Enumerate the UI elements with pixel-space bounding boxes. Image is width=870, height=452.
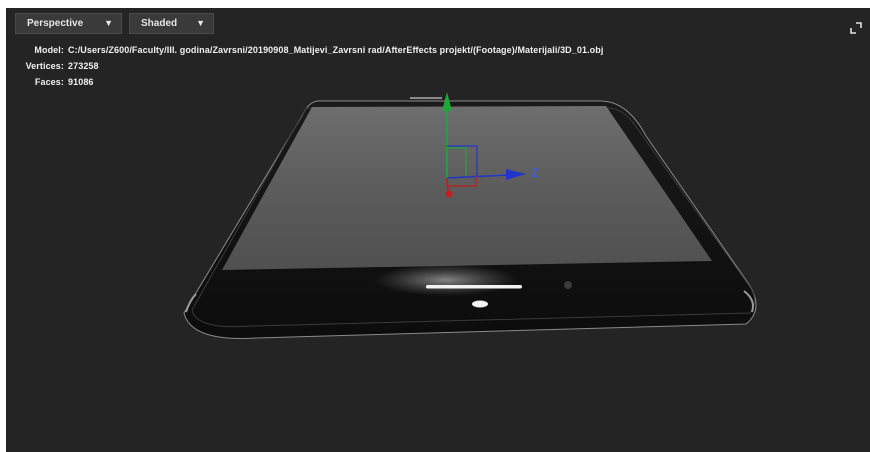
expand-icon[interactable] bbox=[848, 20, 864, 36]
view-mode-dropdown[interactable]: Perspective ▼ bbox=[15, 13, 122, 34]
x-axis-handle[interactable] bbox=[445, 190, 453, 198]
shading-mode-value: Shaded bbox=[141, 18, 178, 29]
z-axis-label: Z bbox=[531, 166, 539, 180]
faces-count: 91086 bbox=[68, 77, 94, 87]
faces-label: Faces: bbox=[34, 77, 64, 87]
vertices-row: Vertices: 273258 bbox=[6, 61, 99, 71]
phone-model bbox=[183, 97, 757, 339]
vertices-label: Vertices: bbox=[25, 61, 64, 71]
model-path: C:/Users/Z600/Faculty/III. godina/Zavrsn… bbox=[68, 45, 604, 55]
model-render bbox=[183, 92, 757, 339]
speaker-slot bbox=[426, 285, 522, 289]
shading-mode-dropdown[interactable]: Shaded ▼ bbox=[129, 13, 214, 34]
model-label: Model: bbox=[34, 45, 64, 55]
home-button bbox=[472, 300, 488, 308]
chevron-down-icon: ▼ bbox=[104, 18, 113, 28]
model-path-row: Model: C:/Users/Z600/Faculty/III. godina/… bbox=[6, 45, 603, 55]
chevron-down-icon: ▼ bbox=[196, 18, 205, 28]
3d-viewport[interactable]: Z Perspective ▼ Shaded ▼ Model: C:/Users/… bbox=[6, 8, 870, 452]
faces-row: Faces: 91086 bbox=[6, 77, 94, 87]
view-mode-value: Perspective bbox=[27, 18, 84, 29]
vertices-count: 273258 bbox=[68, 61, 99, 71]
